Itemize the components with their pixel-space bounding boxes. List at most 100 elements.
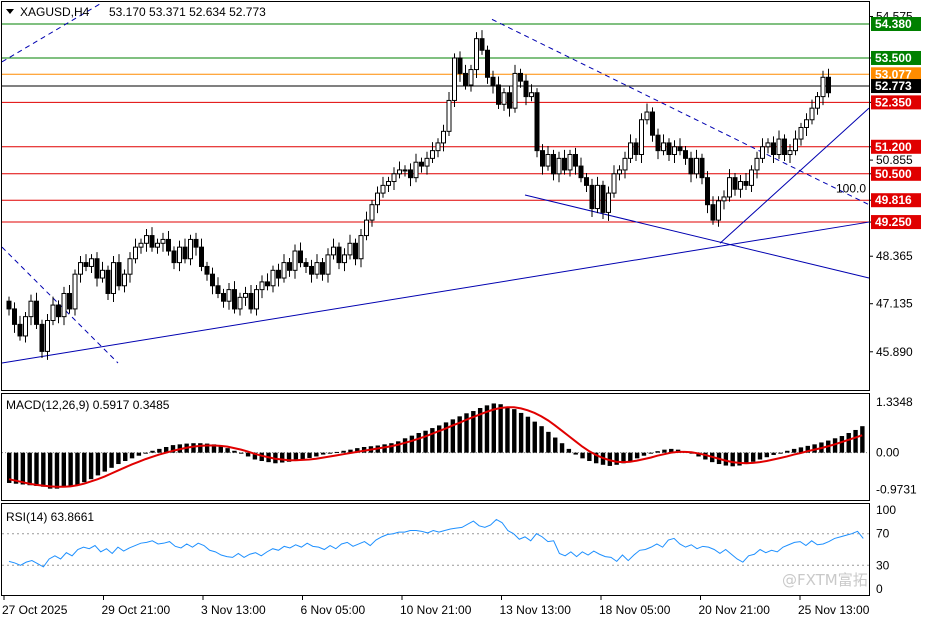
candle-body[interactable] — [39, 323, 45, 352]
candle-body[interactable] — [721, 196, 727, 202]
candle-body[interactable] — [793, 138, 798, 152]
candle-body[interactable] — [650, 111, 655, 136]
candle-body[interactable] — [248, 292, 254, 310]
candle-body[interactable] — [408, 169, 413, 179]
candle-body[interactable] — [314, 262, 320, 275]
candle-body[interactable] — [298, 250, 303, 264]
candle-body[interactable] — [727, 177, 732, 198]
candle-body[interactable] — [534, 92, 540, 152]
candle-body[interactable] — [424, 157, 430, 167]
candle-body[interactable] — [600, 184, 606, 213]
candle-body[interactable] — [749, 169, 754, 186]
candle-body[interactable] — [809, 107, 815, 121]
candle-body[interactable] — [221, 292, 226, 302]
candle-body[interactable] — [199, 246, 204, 267]
candle-body[interactable] — [485, 49, 490, 78]
candle-body[interactable] — [182, 246, 188, 260]
candle-body[interactable] — [496, 84, 501, 105]
candle-body[interactable] — [787, 150, 793, 155]
candle-body[interactable] — [683, 150, 688, 159]
candle-body[interactable] — [83, 262, 89, 267]
candle-body[interactable] — [738, 181, 743, 190]
candle-body[interactable] — [122, 273, 127, 287]
candle-body[interactable] — [386, 181, 391, 186]
candle-body[interactable] — [116, 262, 122, 287]
candle-body[interactable] — [595, 184, 600, 210]
candle-body[interactable] — [490, 76, 496, 86]
candle-body[interactable] — [61, 292, 67, 318]
candle-body[interactable] — [243, 292, 248, 298]
candle-body[interactable] — [639, 119, 644, 155]
candle-body[interactable] — [215, 285, 221, 294]
candle-body[interactable] — [12, 308, 17, 325]
candle-body[interactable] — [710, 204, 716, 221]
candle-body[interactable] — [144, 235, 149, 244]
candle-body[interactable] — [325, 254, 331, 275]
candle-body[interactable] — [771, 142, 776, 155]
candle-body[interactable] — [331, 246, 336, 256]
candle-body[interactable] — [391, 173, 397, 183]
candle-body[interactable] — [545, 153, 551, 167]
candle-body[interactable] — [34, 300, 39, 325]
candle-body[interactable] — [364, 219, 369, 237]
candle-body[interactable] — [562, 157, 567, 171]
candle-body[interactable] — [463, 72, 468, 86]
candle-body[interactable] — [435, 142, 441, 152]
candle-body[interactable] — [188, 238, 193, 260]
candle-body[interactable] — [584, 177, 589, 186]
candle-body[interactable] — [320, 262, 325, 275]
candle-body[interactable] — [523, 80, 529, 98]
candle-body[interactable] — [375, 192, 380, 206]
candle-body[interactable] — [474, 38, 479, 71]
candle-body[interactable] — [457, 57, 463, 74]
candle-body[interactable] — [342, 254, 347, 264]
candle-body[interactable] — [94, 258, 100, 279]
candle-body[interactable] — [336, 246, 342, 264]
candle-body[interactable] — [820, 76, 826, 98]
candle-body[interactable] — [441, 130, 446, 144]
candle-body[interactable] — [804, 119, 809, 128]
candle-body[interactable] — [694, 157, 699, 175]
candle-body[interactable] — [347, 242, 353, 256]
candle-body[interactable] — [56, 304, 61, 318]
candle-body[interactable] — [287, 262, 292, 271]
candle-body[interactable] — [760, 146, 765, 159]
candle-body[interactable] — [149, 235, 155, 248]
candle-body[interactable] — [402, 169, 408, 172]
candle-body[interactable] — [204, 265, 210, 275]
candle-body[interactable] — [292, 250, 298, 271]
candle-body[interactable] — [672, 146, 677, 155]
candle-body[interactable] — [303, 262, 309, 267]
candle-body[interactable] — [512, 72, 518, 109]
candle-body[interactable] — [705, 177, 710, 206]
candle-body[interactable] — [567, 153, 573, 171]
candle-body[interactable] — [518, 72, 523, 82]
candle-body[interactable] — [606, 192, 611, 213]
candle-body[interactable] — [397, 169, 402, 175]
candle-body[interactable] — [633, 142, 639, 155]
candle-body[interactable] — [628, 142, 633, 159]
candle-body[interactable] — [507, 92, 512, 109]
candle-body[interactable] — [259, 281, 265, 291]
candle-body[interactable] — [353, 242, 358, 260]
candle-body[interactable] — [111, 262, 116, 294]
candle-body[interactable] — [611, 173, 617, 194]
candle-body[interactable] — [501, 92, 507, 105]
candle-body[interactable] — [716, 200, 721, 221]
candle-body[interactable] — [765, 142, 771, 148]
candle-body[interactable] — [666, 142, 672, 155]
candle-body[interactable] — [100, 269, 105, 279]
candle-body[interactable] — [743, 181, 749, 186]
triangle-down-icon[interactable] — [6, 9, 14, 14]
candle-body[interactable] — [540, 150, 545, 167]
candle-body[interactable] — [17, 323, 23, 337]
candle-body[interactable] — [754, 157, 760, 171]
candle-body[interactable] — [573, 153, 578, 167]
candle-body[interactable] — [265, 281, 270, 287]
candle-body[interactable] — [644, 111, 650, 121]
candle-body[interactable] — [479, 38, 485, 51]
candle-body[interactable] — [677, 146, 683, 152]
candle-body[interactable] — [413, 161, 419, 179]
candle-body[interactable] — [6, 300, 12, 310]
candle-body[interactable] — [452, 57, 457, 101]
